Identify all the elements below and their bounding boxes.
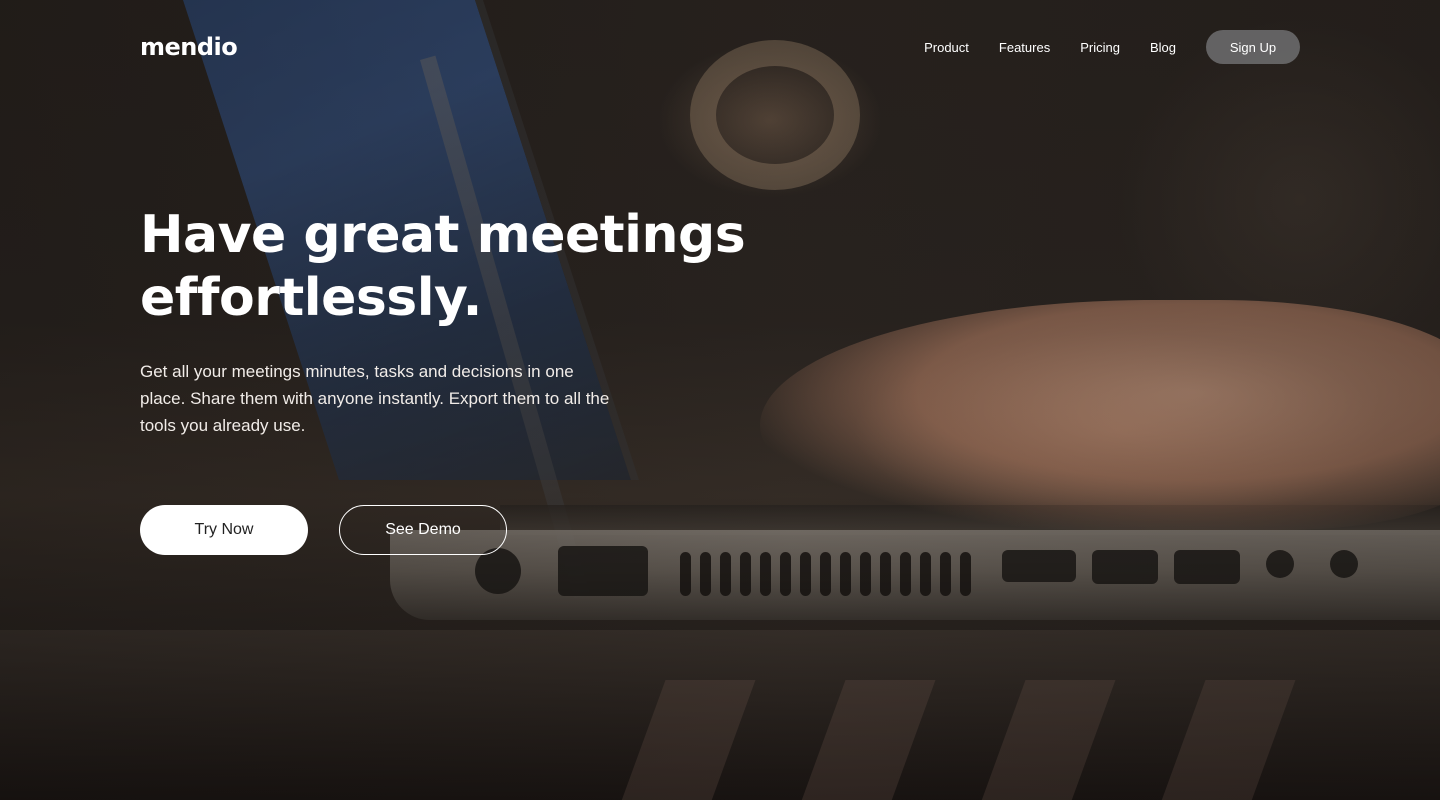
hero-headline-line2: effortlessly. <box>140 268 482 328</box>
nav-link-product[interactable]: Product <box>924 40 969 55</box>
hero-headline: Have great meetings effortlessly. <box>140 204 760 330</box>
nav-link-blog[interactable]: Blog <box>1150 40 1176 55</box>
hero-section: mendio Product Features Pricing Blog Sig… <box>0 0 1440 800</box>
brand-logo[interactable]: mendio <box>140 33 238 61</box>
hero-headline-line1: Have great meetings <box>140 205 746 265</box>
nav-links: Product Features Pricing Blog Sign Up <box>924 30 1300 64</box>
try-now-button[interactable]: Try Now <box>140 505 308 555</box>
hero-subtext: Get all your meetings minutes, tasks and… <box>140 362 610 435</box>
signup-button[interactable]: Sign Up <box>1206 30 1300 64</box>
nav-link-pricing[interactable]: Pricing <box>1080 40 1120 55</box>
navbar: mendio Product Features Pricing Blog Sig… <box>140 28 1300 66</box>
see-demo-button[interactable]: See Demo <box>339 505 507 555</box>
nav-link-features[interactable]: Features <box>999 40 1050 55</box>
